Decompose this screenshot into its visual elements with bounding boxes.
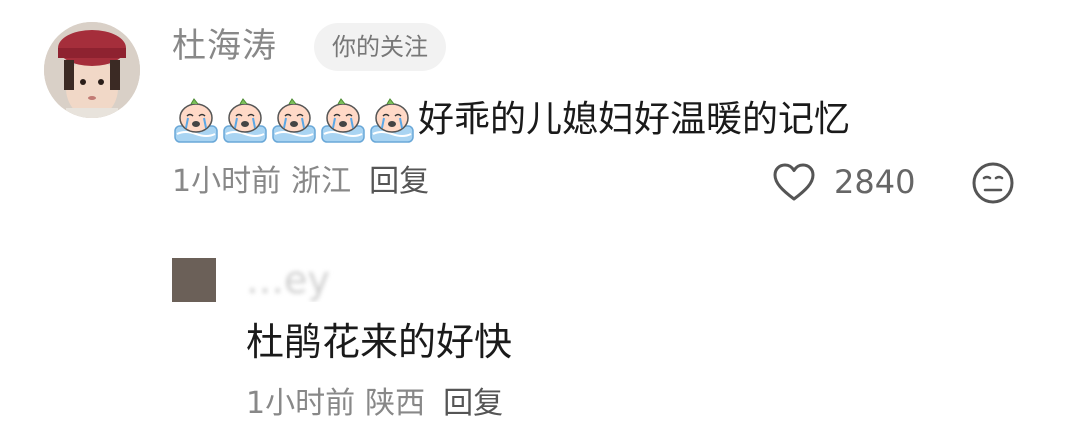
replier-avatar[interactable] bbox=[172, 258, 216, 302]
crying-cat-emoji-icon bbox=[174, 98, 218, 143]
reply-text: 杜鹃花来的好快 bbox=[246, 320, 513, 364]
crying-cat-emoji-icon bbox=[272, 98, 316, 143]
reply-meta: 1小时前 陕西 回复 bbox=[246, 384, 503, 424]
replier-name: …ey bbox=[246, 258, 330, 302]
reply-time: 1小时前 bbox=[246, 386, 356, 421]
reply-reply-button[interactable]: 回复 bbox=[443, 386, 503, 421]
follow-status-badge: 你的关注 bbox=[314, 23, 446, 71]
like-control[interactable]: 2840 bbox=[772, 160, 915, 204]
heart-icon[interactable] bbox=[772, 162, 816, 202]
comment-location: 浙江 bbox=[291, 164, 352, 199]
comment-meta: 1小时前 浙江 回复 bbox=[172, 162, 429, 202]
avatar-image bbox=[44, 22, 140, 118]
reply-location: 陕西 bbox=[365, 386, 426, 421]
reply-button[interactable]: 回复 bbox=[369, 164, 429, 199]
commenter-name[interactable]: 杜海涛 bbox=[172, 24, 277, 68]
comment-body: 好乖的儿媳妇好温暖的记忆 bbox=[172, 92, 850, 148]
commenter-avatar[interactable] bbox=[44, 22, 140, 118]
crying-cat-emoji-icon bbox=[370, 98, 414, 143]
like-count: 2840 bbox=[834, 163, 916, 201]
dislike-face-icon[interactable] bbox=[970, 160, 1016, 206]
replier-name-blurred[interactable]: …ey bbox=[246, 258, 346, 302]
comment-text: 好乖的儿媳妇好温暖的记忆 bbox=[418, 99, 851, 140]
crying-cat-emoji-icon bbox=[321, 98, 365, 143]
comment-time: 1小时前 bbox=[172, 164, 282, 199]
crying-cat-emoji-icon bbox=[223, 98, 267, 143]
